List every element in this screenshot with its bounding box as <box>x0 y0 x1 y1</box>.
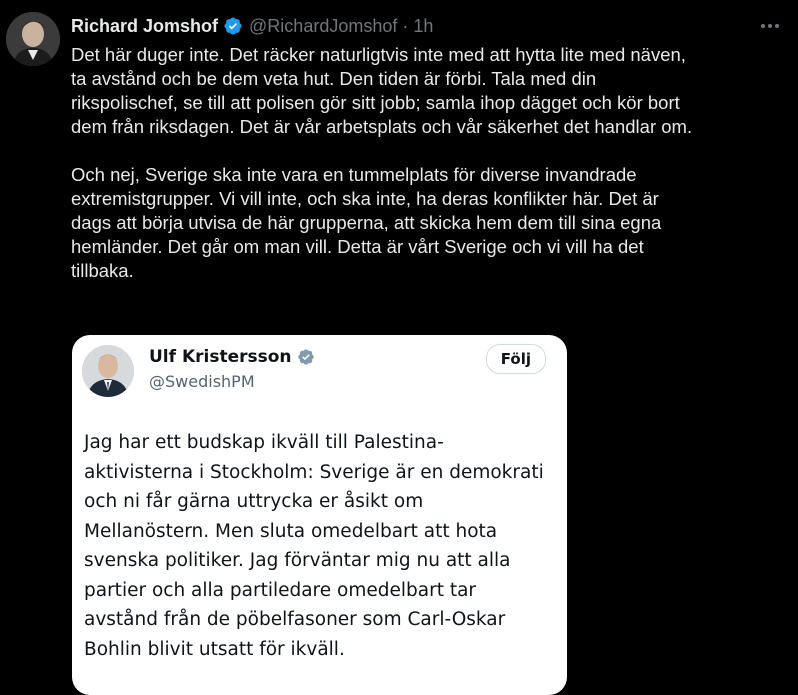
author-name[interactable]: Richard Jomshof <box>71 16 218 37</box>
quoted-author-name: Ulf Kristersson <box>149 347 292 367</box>
tweet-paragraph: Det här duger inte. Det räcker naturligt… <box>71 44 693 137</box>
meta-separator: · <box>402 15 409 36</box>
tweet: Richard Jomshof @RichardJomshof · 1h Det… <box>0 0 798 695</box>
quoted-tweet-image[interactable]: Ulf Kristersson @SwedishPM Följ Jag har … <box>72 335 567 695</box>
tweet-text: Det här duger inte. Det räcker naturligt… <box>71 43 786 283</box>
quoted-author-avatar <box>82 345 134 397</box>
follow-button: Följ <box>485 344 546 374</box>
tweet-time[interactable]: 1h <box>413 16 433 37</box>
gray-verified-badge-icon <box>297 348 315 366</box>
tweet-header: Richard Jomshof @RichardJomshof · 1h <box>71 14 433 38</box>
author-avatar[interactable] <box>6 12 60 66</box>
verified-badge-icon <box>223 16 243 36</box>
quoted-author-row: Ulf Kristersson <box>149 347 315 367</box>
quoted-author-handle: @SwedishPM <box>149 372 255 391</box>
tweet-paragraph: Och nej, Sverige ska inte vara en tummel… <box>71 164 662 281</box>
quoted-tweet-text: Jag har ett budskap ikväll till Palestin… <box>84 432 544 660</box>
more-options-icon[interactable] <box>758 16 782 36</box>
author-handle[interactable]: @RichardJomshof <box>249 16 397 37</box>
